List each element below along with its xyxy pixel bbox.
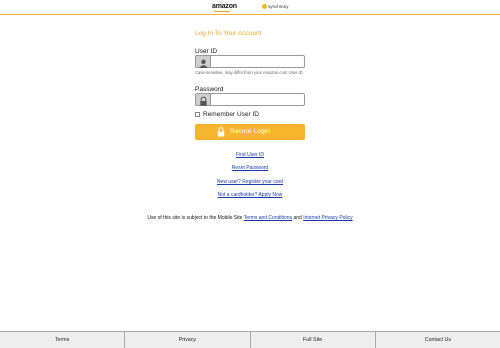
lock-icon: [196, 94, 211, 106]
synchrony-logo: synchrony: [262, 4, 289, 10]
page-title: Log In To Your Account: [195, 30, 262, 37]
synchrony-logo-text: synchrony: [268, 4, 289, 9]
find-user-id-link[interactable]: Find User ID: [0, 152, 500, 158]
footer-privacy[interactable]: Privacy: [125, 332, 251, 348]
apply-now-link[interactable]: Not a cardholder? Apply Now: [0, 192, 500, 198]
password-field[interactable]: [195, 93, 305, 106]
terms-prefix: Use of this site is subject to the Mobil…: [147, 215, 243, 221]
secure-login-button[interactable]: Secure Login: [195, 124, 305, 140]
remember-checkbox[interactable]: [195, 111, 200, 117]
header: amazon synchrony: [0, 0, 500, 15]
amazon-smile-icon: [213, 9, 231, 12]
terms-and-conditions-link[interactable]: Terms and Conditions: [244, 215, 292, 221]
user-id-input[interactable]: [212, 56, 304, 67]
footer-contact-us[interactable]: Contact Us: [376, 332, 500, 348]
user-id-field[interactable]: [195, 55, 305, 68]
user-id-hint: Case-sensitive, may differ from your Ama…: [195, 70, 303, 75]
footer-terms[interactable]: Terms: [0, 332, 126, 348]
password-input[interactable]: [212, 94, 304, 105]
terms-and: and: [293, 215, 302, 221]
register-card-link[interactable]: New user? Register your card: [0, 179, 500, 185]
terms-notice: Use of this site is subject to the Mobil…: [0, 215, 500, 221]
secure-login-label: Secure Login: [229, 128, 271, 135]
remember-user-id[interactable]: Remember User ID: [195, 111, 259, 118]
remember-label: Remember User ID: [203, 111, 259, 118]
footer-nav: Terms Privacy Full Site Contact Us: [0, 331, 500, 348]
footer-full-site[interactable]: Full Site: [251, 332, 376, 348]
user-id-label: User ID: [195, 48, 218, 55]
synchrony-mark-icon: [262, 4, 267, 10]
reset-password-link[interactable]: Reset Password: [0, 165, 500, 171]
privacy-policy-link[interactable]: Internet Privacy Policy: [303, 215, 352, 221]
password-label: Password: [195, 86, 224, 93]
user-icon: [196, 56, 211, 68]
